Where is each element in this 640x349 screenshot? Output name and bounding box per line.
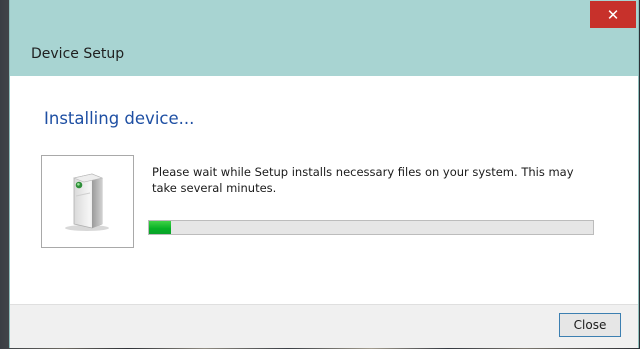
dialog-content: Installing device... Please wait while S… [10,76,638,304]
progress-fill [149,221,171,234]
close-button[interactable]: Close [559,313,621,337]
window-title: Device Setup [31,46,125,62]
dialog-footer: Close [10,304,638,348]
window-close-icon[interactable]: ✕ [590,1,636,28]
installing-heading: Installing device... [44,109,195,128]
device-tower-icon [65,173,109,231]
install-progress-bar [148,220,594,235]
device-image-frame [41,155,134,248]
install-message: Please wait while Setup installs necessa… [152,165,574,195]
device-setup-window: ✕ Device Setup Installing device... Plea… [10,0,638,348]
